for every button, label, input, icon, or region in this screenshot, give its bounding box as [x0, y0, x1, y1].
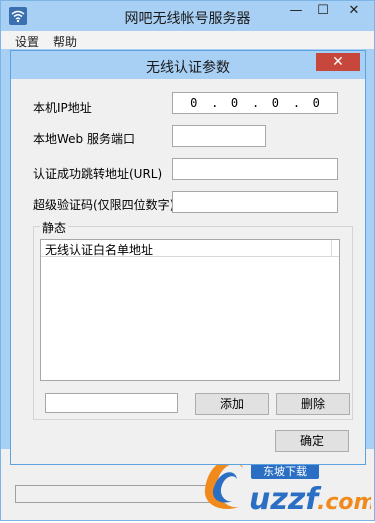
svg-text:东坡下载: 东坡下载	[263, 465, 307, 478]
whitelist-add-input[interactable]	[45, 393, 178, 413]
ok-button[interactable]: 确定	[275, 430, 349, 452]
list-column-header[interactable]: 无线认证白名单地址	[41, 240, 339, 257]
super-code-label: 超级验证码(仅限四位数字)	[33, 198, 175, 212]
ip-octet: 0	[312, 96, 320, 110]
super-code-input[interactable]	[172, 191, 338, 213]
add-button[interactable]: 添加	[195, 393, 269, 415]
close-icon[interactable]: ✕	[336, 1, 372, 21]
redirect-url-label: 认证成功跳转地址(URL)	[33, 167, 163, 181]
static-groupbox: 静态 无线认证白名单地址 添加 删除	[33, 219, 353, 420]
dialog-titlebar[interactable]: 无线认证参数 ✕	[11, 51, 365, 79]
ip-octet: 0	[230, 96, 239, 110]
main-window: 网吧无线帐号服务器 — ☐ ✕ 设置 帮助 东坡下载 uzzf .com 无线认…	[0, 0, 375, 521]
status-bar	[15, 485, 217, 503]
ip-dot: .	[251, 96, 260, 110]
delete-button[interactable]: 删除	[276, 393, 350, 415]
column-separator[interactable]	[331, 240, 332, 256]
whitelist-listview[interactable]: 无线认证白名单地址	[40, 239, 340, 381]
maximize-icon[interactable]: ☐	[312, 1, 334, 21]
svg-text:.com: .com	[317, 490, 371, 515]
ip-address-input[interactable]: 0 . 0 . 0 . 0	[172, 92, 338, 114]
ip-octet: 0	[190, 96, 198, 110]
dialog-title: 无线认证参数	[146, 60, 230, 76]
wireless-auth-dialog: 无线认证参数 ✕ 本机IP地址 0 . 0 . 0 . 0 本地Web 服务端口…	[10, 50, 366, 465]
groupbox-label: 静态	[40, 219, 69, 236]
ip-octet: 0	[271, 96, 279, 110]
list-header-label: 无线认证白名单地址	[45, 243, 154, 257]
ip-dot: .	[292, 96, 301, 110]
svg-text:uzzf: uzzf	[249, 482, 322, 517]
menubar: 设置 帮助	[1, 31, 374, 49]
menu-settings[interactable]: 设置	[15, 33, 39, 50]
port-label: 本地Web 服务端口	[33, 132, 135, 146]
ip-label: 本机IP地址	[33, 101, 92, 115]
redirect-url-input[interactable]	[172, 158, 338, 180]
main-titlebar[interactable]: 网吧无线帐号服务器 — ☐ ✕	[1, 1, 374, 31]
ip-dot: .	[211, 96, 219, 110]
menu-help[interactable]: 帮助	[53, 33, 77, 50]
minimize-icon[interactable]: —	[282, 1, 310, 21]
dialog-close-icon[interactable]: ✕	[316, 53, 360, 71]
port-input[interactable]	[172, 125, 266, 147]
